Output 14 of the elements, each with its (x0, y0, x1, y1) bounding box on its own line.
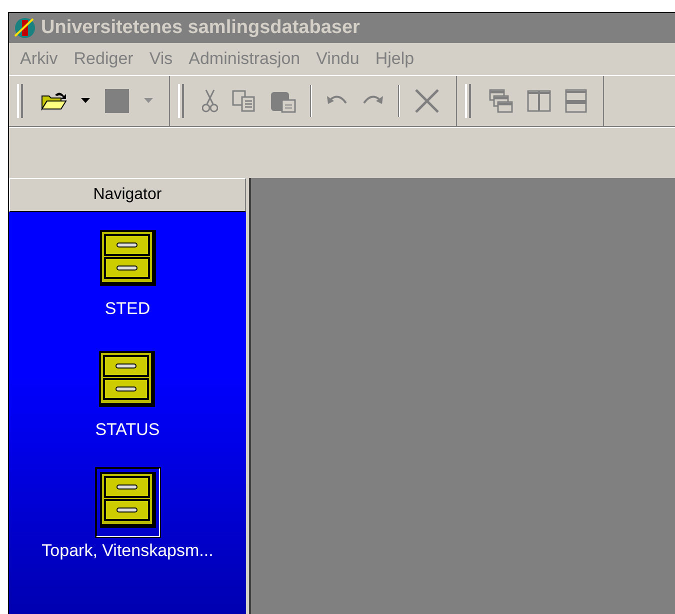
file-cabinet-icon (98, 350, 156, 408)
window-title: Universitetenes samlingsdatabaser (41, 17, 360, 39)
app-logo-icon (13, 16, 37, 40)
navigator-header: Navigator (9, 178, 246, 212)
file-cabinet-icon (98, 471, 156, 529)
toolbar-grip[interactable] (178, 84, 184, 118)
folder-icon[interactable] (41, 91, 67, 111)
navigator-item[interactable]: STED (96, 226, 160, 319)
navigator-item[interactable]: STATUS (95, 347, 160, 440)
navigator-item[interactable]: Topark, Vitenskapsm... (42, 468, 214, 561)
toolbar-grip[interactable] (17, 84, 23, 118)
caret-icon[interactable] (81, 98, 90, 104)
toolbar-grip[interactable] (465, 84, 471, 118)
file-cabinet-icon (98, 229, 156, 287)
